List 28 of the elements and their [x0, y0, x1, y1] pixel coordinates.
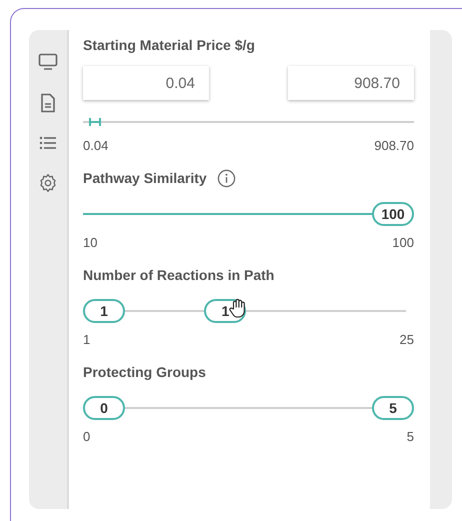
monitor-icon[interactable] — [38, 53, 58, 71]
max-value: 100 — [392, 235, 414, 250]
min-value: 1 — [83, 332, 90, 347]
range-slider[interactable]: 0 5 — [83, 395, 414, 421]
list-icon[interactable] — [39, 135, 57, 151]
filter-title: Starting Material Price $/g — [83, 37, 255, 53]
range-slider[interactable]: 100 — [83, 201, 414, 227]
document-icon[interactable] — [40, 93, 56, 113]
slider-handle[interactable]: 100 — [372, 202, 414, 226]
filter-title: Pathway Similarity — [83, 170, 207, 186]
min-value: 0 — [83, 429, 90, 444]
input-field[interactable]: 908.70 — [288, 66, 414, 100]
settings-icon[interactable] — [38, 173, 58, 193]
max-value: 5 — [406, 429, 414, 444]
max-value: 908.70 — [374, 138, 414, 153]
filter-title: Number of Reactions in Path — [83, 267, 274, 283]
max-value: 25 — [400, 332, 414, 347]
info-icon[interactable] — [216, 168, 236, 188]
input-field[interactable]: 0.04 — [83, 66, 209, 100]
range-slider[interactable]: 1 1 — [83, 298, 414, 324]
min-value: 10 — [83, 235, 98, 250]
slider-handle[interactable] — [98, 118, 101, 126]
slider-handle[interactable]: 1 — [83, 299, 125, 323]
slider-handle[interactable]: 5 — [372, 396, 414, 420]
slider-handle[interactable]: 0 — [83, 396, 125, 420]
slider-handle[interactable] — [88, 118, 91, 126]
min-value: 0.04 — [83, 138, 108, 153]
filter-title: Protecting Groups — [83, 364, 206, 380]
